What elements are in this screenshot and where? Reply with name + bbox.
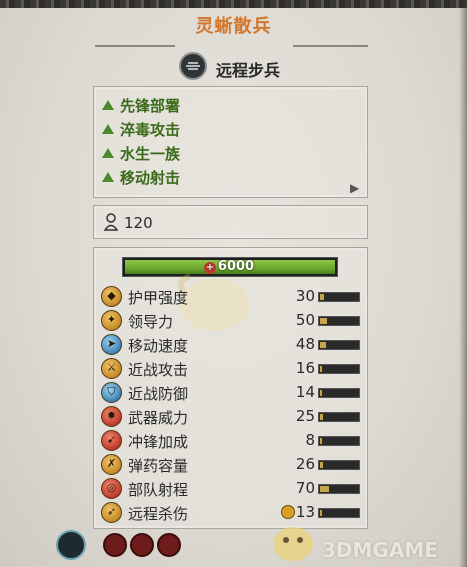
stat-bar-fill	[320, 390, 322, 396]
stat-value: 70	[295, 479, 315, 497]
panel-torn-edge	[0, 0, 467, 8]
attribute-triangle-icon	[102, 172, 114, 182]
stat-bar	[318, 436, 360, 446]
stat-bar-fill	[320, 318, 327, 324]
stat-value: 16	[295, 359, 315, 377]
melee-attack-icon: ⚔	[101, 358, 122, 379]
divider-left	[95, 45, 175, 47]
ability-arrow-icon[interactable]	[103, 533, 127, 557]
stat-value: 14	[295, 383, 315, 401]
unit-ability-icon[interactable]	[56, 530, 86, 560]
attribute-triangle-icon	[102, 100, 114, 110]
stat-bar	[318, 340, 360, 350]
weapon-strength-icon: ✹	[101, 406, 122, 427]
stat-bar	[318, 388, 360, 398]
watermark-text: 3DMGAME	[322, 538, 438, 562]
stat-value: 8	[305, 431, 315, 449]
stat-value: 50	[295, 311, 315, 329]
attribute-item[interactable]: 先锋部署	[102, 95, 180, 117]
armor-icon: ◆	[101, 286, 122, 307]
stat-bar	[318, 412, 360, 422]
stat-bar	[318, 316, 360, 326]
stat-bar-fill	[320, 414, 323, 420]
stat-bar	[318, 484, 360, 494]
stat-bar-fill	[320, 342, 326, 348]
stat-value: 30	[295, 287, 315, 305]
range-icon: ◎	[101, 478, 122, 499]
stat-bar	[318, 460, 360, 470]
attribute-item[interactable]: 移动射击	[102, 167, 180, 189]
stat-row[interactable]: ➶ 远程杀伤 13	[101, 502, 361, 524]
attribute-triangle-icon	[102, 124, 114, 134]
stat-bar	[318, 508, 360, 518]
stat-bar-fill	[320, 486, 329, 492]
stat-row[interactable]: ⚔ 近战攻击 16	[101, 358, 361, 380]
stat-label: 领导力	[128, 313, 174, 331]
stat-label: 护甲强度	[128, 289, 189, 307]
melee-defence-icon: ⛉	[101, 382, 122, 403]
stat-bar-fill	[320, 366, 322, 372]
stat-label: 远程杀伤	[128, 505, 189, 523]
stat-row[interactable]: ◆ 护甲强度 30	[101, 286, 361, 308]
expand-arrow-icon[interactable]: ▶	[350, 181, 359, 195]
unit-class-icon	[179, 52, 207, 80]
stat-row[interactable]: ◎ 部队射程 70	[101, 478, 361, 500]
ability-stance-icon[interactable]	[157, 533, 181, 557]
stat-bar-fill	[320, 438, 322, 444]
stat-row[interactable]: ➤ 移动速度 48	[101, 334, 361, 356]
attribute-triangle-icon	[102, 148, 114, 158]
attribute-item[interactable]: 水生一族	[102, 143, 180, 165]
stat-label: 部队射程	[128, 481, 189, 499]
stat-row[interactable]: ⛉ 近战防御 14	[101, 382, 361, 404]
stat-value: 13	[295, 503, 315, 521]
charge-bonus-icon: ➹	[101, 430, 122, 451]
watermark-logo	[273, 527, 313, 561]
stat-label: 弹药容量	[128, 457, 189, 475]
unit-class-label: 远程步兵	[216, 61, 281, 80]
missile-damage-icon: ➶	[101, 502, 122, 523]
stat-bar-fill	[320, 294, 324, 300]
stat-row[interactable]: ➹ 冲锋加成 8	[101, 430, 361, 452]
ability-eye-icon[interactable]	[130, 533, 154, 557]
divider-right	[293, 45, 368, 47]
stat-value: 48	[295, 335, 315, 353]
speed-icon: ➤	[101, 334, 122, 355]
ammunition-icon: ✗	[101, 454, 122, 475]
soldier-count-icon	[104, 213, 118, 231]
stat-label: 冲锋加成	[128, 433, 189, 451]
stat-row[interactable]: ✗ 弹药容量 26	[101, 454, 361, 476]
stat-bar	[318, 364, 360, 374]
stat-value: 26	[295, 455, 315, 473]
stat-row[interactable]: ✦ 领导力 50	[101, 310, 361, 332]
panel-right-edge	[459, 0, 467, 567]
stat-label: 武器威力	[128, 409, 189, 427]
stat-bar-fill	[320, 510, 322, 516]
stat-bar	[318, 292, 360, 302]
stat-label: 移动速度	[128, 337, 189, 355]
stat-value: 25	[295, 407, 315, 425]
men-count: 120	[124, 214, 153, 232]
stat-label: 近战防御	[128, 385, 189, 403]
leadership-icon: ✦	[101, 310, 122, 331]
stat-row[interactable]: ✹ 武器威力 25	[101, 406, 361, 428]
attribute-item[interactable]: 淬毒攻击	[102, 119, 180, 141]
unit-name: 灵蜥散兵	[195, 16, 272, 37]
stat-bar-fill	[320, 462, 323, 468]
stat-label: 近战攻击	[128, 361, 189, 379]
unit-card-panel: 灵蜥散兵 远程步兵 先锋部署 淬毒攻击 水生一族 移动射击 ▶ 120 +600…	[0, 0, 467, 567]
